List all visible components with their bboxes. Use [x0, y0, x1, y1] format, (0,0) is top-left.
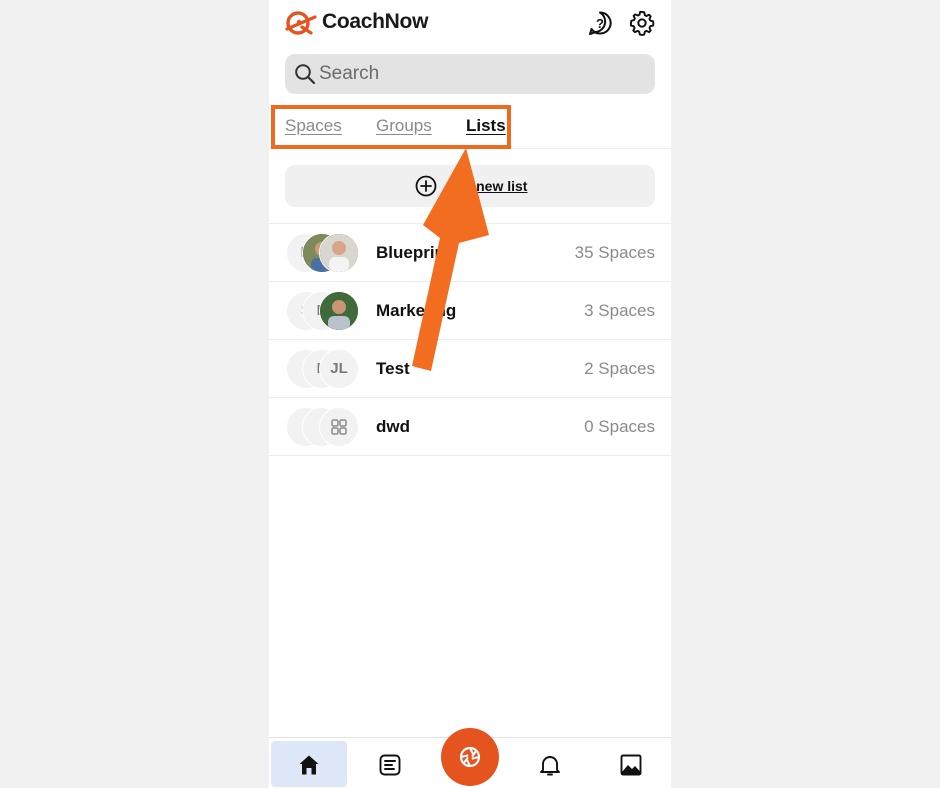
person-photo-icon [320, 234, 358, 272]
list-space-count: 3 Spaces [584, 301, 655, 320]
list-item[interactable]: S B Marketing 3 Spaces [269, 282, 671, 340]
search-input[interactable] [319, 54, 639, 94]
settings-button[interactable] [629, 10, 655, 36]
avatar: JL [319, 349, 359, 389]
avatar-stack: B JL [286, 349, 366, 389]
annotation-highlight-box [271, 105, 511, 149]
bell-icon [540, 756, 560, 776]
app-brand-name: CoachNow [322, 10, 429, 33]
nav-media[interactable] [593, 741, 669, 787]
list-item[interactable]: B JL Test 2 Spaces [269, 340, 671, 398]
avatar-stack: B [286, 233, 366, 273]
avatar-stack: S B [286, 291, 366, 331]
coachnow-logo-icon [285, 11, 317, 35]
grid-icon [331, 419, 347, 435]
svg-text:?: ? [596, 16, 604, 31]
nav-feed[interactable] [352, 741, 428, 787]
lists-list: B Blueprint 35 Spaces [269, 223, 671, 456]
avatar [319, 291, 359, 331]
list-name: dwd [376, 417, 410, 436]
avatar [319, 233, 359, 273]
app-screen: CoachNow ? Spaces Groups Lists [269, 0, 671, 788]
list-name: Test [376, 359, 410, 378]
home-icon [299, 755, 319, 775]
add-new-list-label: Add new list [445, 178, 528, 194]
camera-shutter-icon [459, 746, 481, 768]
header: CoachNow ? [269, 0, 671, 46]
list-item[interactable]: dwd 0 Spaces [269, 398, 671, 456]
nav-notifications[interactable] [512, 741, 588, 787]
person-photo-icon [320, 292, 358, 330]
list-name: Blueprint [376, 243, 451, 262]
list-space-count: 0 Spaces [584, 417, 655, 436]
plus-circle-icon [415, 175, 437, 197]
nav-home[interactable] [271, 741, 347, 787]
avatar [319, 407, 359, 447]
gear-icon [629, 10, 655, 36]
feed-icon [379, 754, 401, 776]
add-new-list-button[interactable]: Add new list [285, 165, 655, 207]
list-space-count: 35 Spaces [574, 243, 655, 262]
help-button[interactable]: ? [587, 10, 613, 36]
list-space-count: 2 Spaces [584, 359, 655, 378]
list-item[interactable]: B Blueprint 35 Spaces [269, 224, 671, 282]
image-icon [620, 754, 642, 776]
list-name: Marketing [376, 301, 457, 320]
help-bubble-icon: ? [589, 11, 612, 35]
search-icon [295, 64, 316, 85]
search-bar[interactable] [285, 54, 655, 94]
avatar-stack [286, 407, 366, 447]
capture-button[interactable] [441, 728, 499, 786]
tab-bar: Spaces Groups Lists [269, 104, 671, 149]
